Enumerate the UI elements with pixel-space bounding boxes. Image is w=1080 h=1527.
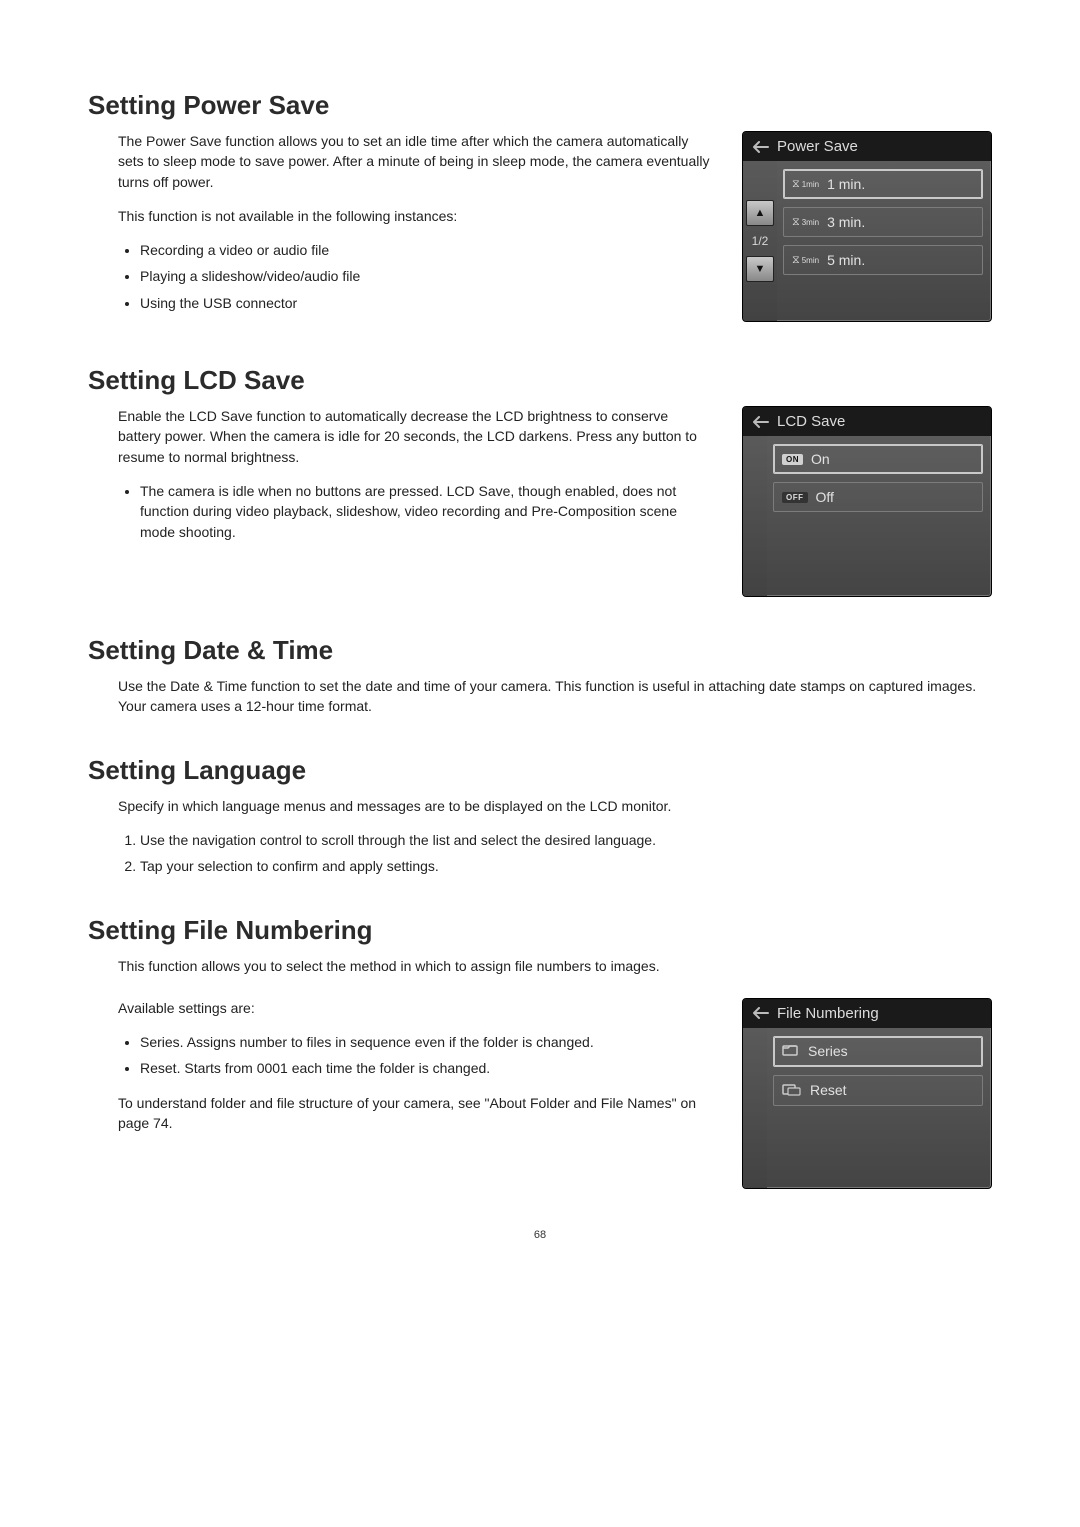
folder-series-icon [782, 1043, 800, 1060]
lcd-list: Series Reset [767, 1028, 991, 1188]
back-icon [753, 1007, 769, 1019]
back-icon [753, 141, 769, 153]
lcd-file-numbering: File Numbering Series [742, 998, 992, 1189]
page-number: 68 [88, 1229, 992, 1241]
lcd-power-save: Power Save ▲ 1/2 ▼ ⧖1min 1 min. [742, 131, 992, 322]
folder-reset-icon [782, 1082, 802, 1099]
paragraph: Specify in which language menus and mess… [118, 796, 992, 816]
bullet-item: Reset. Starts from 0001 each time the fo… [140, 1058, 714, 1078]
heading-language: Setting Language [88, 755, 992, 786]
text-file-numbering-intro: This function allows you to select the m… [88, 956, 992, 998]
lcd-sidebar [743, 436, 767, 596]
lcd-item-3min[interactable]: ⧖3min 3 min. [783, 207, 983, 237]
lcd-item-reset[interactable]: Reset [773, 1075, 983, 1106]
bullet-list: The camera is idle when no buttons are p… [118, 481, 714, 542]
nav-up-button[interactable]: ▲ [746, 200, 774, 226]
lcd-item-off[interactable]: OFF Off [773, 482, 983, 512]
lcd-list: ON On OFF Off [767, 436, 991, 596]
nav-down-button[interactable]: ▼ [746, 256, 774, 282]
bullet-list: Series. Assigns number to files in seque… [118, 1032, 714, 1079]
section-date-time: Setting Date & Time Use the Date & Time … [88, 635, 992, 717]
timer-icon: ⧖1min [792, 178, 819, 191]
on-badge-icon: ON [782, 454, 803, 465]
section-file-numbering: Setting File Numbering This function all… [88, 915, 992, 1189]
lcd-item-label: Off [816, 489, 834, 505]
paragraph: The Power Save function allows you to se… [118, 131, 714, 192]
lcd-item-label: Reset [810, 1082, 847, 1098]
lcd-sidebar [743, 1028, 767, 1188]
back-icon [753, 416, 769, 428]
off-badge-icon: OFF [782, 492, 808, 503]
paragraph: This function is not available in the fo… [118, 206, 714, 226]
lcd-header: Power Save [743, 132, 991, 161]
text-file-numbering: Available settings are: Series. Assigns … [88, 998, 714, 1147]
paragraph: This function allows you to select the m… [118, 956, 992, 976]
lcd-item-5min[interactable]: ⧖5min 5 min. [783, 245, 983, 275]
paragraph: To understand folder and file structure … [118, 1093, 714, 1134]
bullet-item: Series. Assigns number to files in seque… [140, 1032, 714, 1052]
lcd-item-label: 5 min. [827, 252, 865, 268]
lcd-item-label: 1 min. [827, 176, 865, 192]
lcd-title: Power Save [777, 138, 858, 155]
paragraph: Enable the LCD Save function to automati… [118, 406, 714, 467]
paragraph: Use the Date & Time function to set the … [118, 676, 992, 717]
lcd-item-label: 3 min. [827, 214, 865, 230]
lcd-item-series[interactable]: Series [773, 1036, 983, 1067]
heading-date-time: Setting Date & Time [88, 635, 992, 666]
lcd-item-on[interactable]: ON On [773, 444, 983, 474]
text-date-time: Use the Date & Time function to set the … [88, 676, 992, 717]
lcd-list: ⧖1min 1 min. ⧖3min 3 min. ⧖5min 5 min. [777, 161, 991, 321]
lcd-header: File Numbering [743, 999, 991, 1028]
lcd-item-label: On [811, 451, 830, 467]
lcd-sidebar: ▲ 1/2 ▼ [743, 161, 777, 321]
lcd-lcd-save: LCD Save ON On OFF Off [742, 406, 992, 597]
step-item: Tap your selection to confirm and apply … [140, 856, 992, 876]
bullet-item: Recording a video or audio file [140, 240, 714, 260]
lcd-title: File Numbering [777, 1005, 879, 1022]
section-power-save: Setting Power Save The Power Save functi… [88, 90, 992, 327]
text-language: Specify in which language menus and mess… [88, 796, 992, 877]
lcd-item-1min[interactable]: ⧖1min 1 min. [783, 169, 983, 199]
bullet-item: Playing a slideshow/video/audio file [140, 266, 714, 286]
bullet-item: The camera is idle when no buttons are p… [140, 481, 714, 542]
section-language: Setting Language Specify in which langua… [88, 755, 992, 877]
heading-file-numbering: Setting File Numbering [88, 915, 992, 946]
text-power-save: The Power Save function allows you to se… [88, 131, 714, 327]
text-lcd-save: Enable the LCD Save function to automati… [88, 406, 714, 556]
lcd-title: LCD Save [777, 413, 845, 430]
timer-icon: ⧖5min [792, 254, 819, 267]
timer-icon: ⧖3min [792, 216, 819, 229]
paragraph: Available settings are: [118, 998, 714, 1018]
bullet-item: Using the USB connector [140, 293, 714, 313]
page-indicator: 1/2 [752, 234, 769, 248]
numbered-list: Use the navigation control to scroll thr… [118, 830, 992, 877]
section-lcd-save: Setting LCD Save Enable the LCD Save fun… [88, 365, 992, 597]
heading-power-save: Setting Power Save [88, 90, 992, 121]
lcd-header: LCD Save [743, 407, 991, 436]
heading-lcd-save: Setting LCD Save [88, 365, 992, 396]
step-item: Use the navigation control to scroll thr… [140, 830, 992, 850]
bullet-list: Recording a video or audio file Playing … [118, 240, 714, 313]
lcd-item-label: Series [808, 1043, 848, 1059]
